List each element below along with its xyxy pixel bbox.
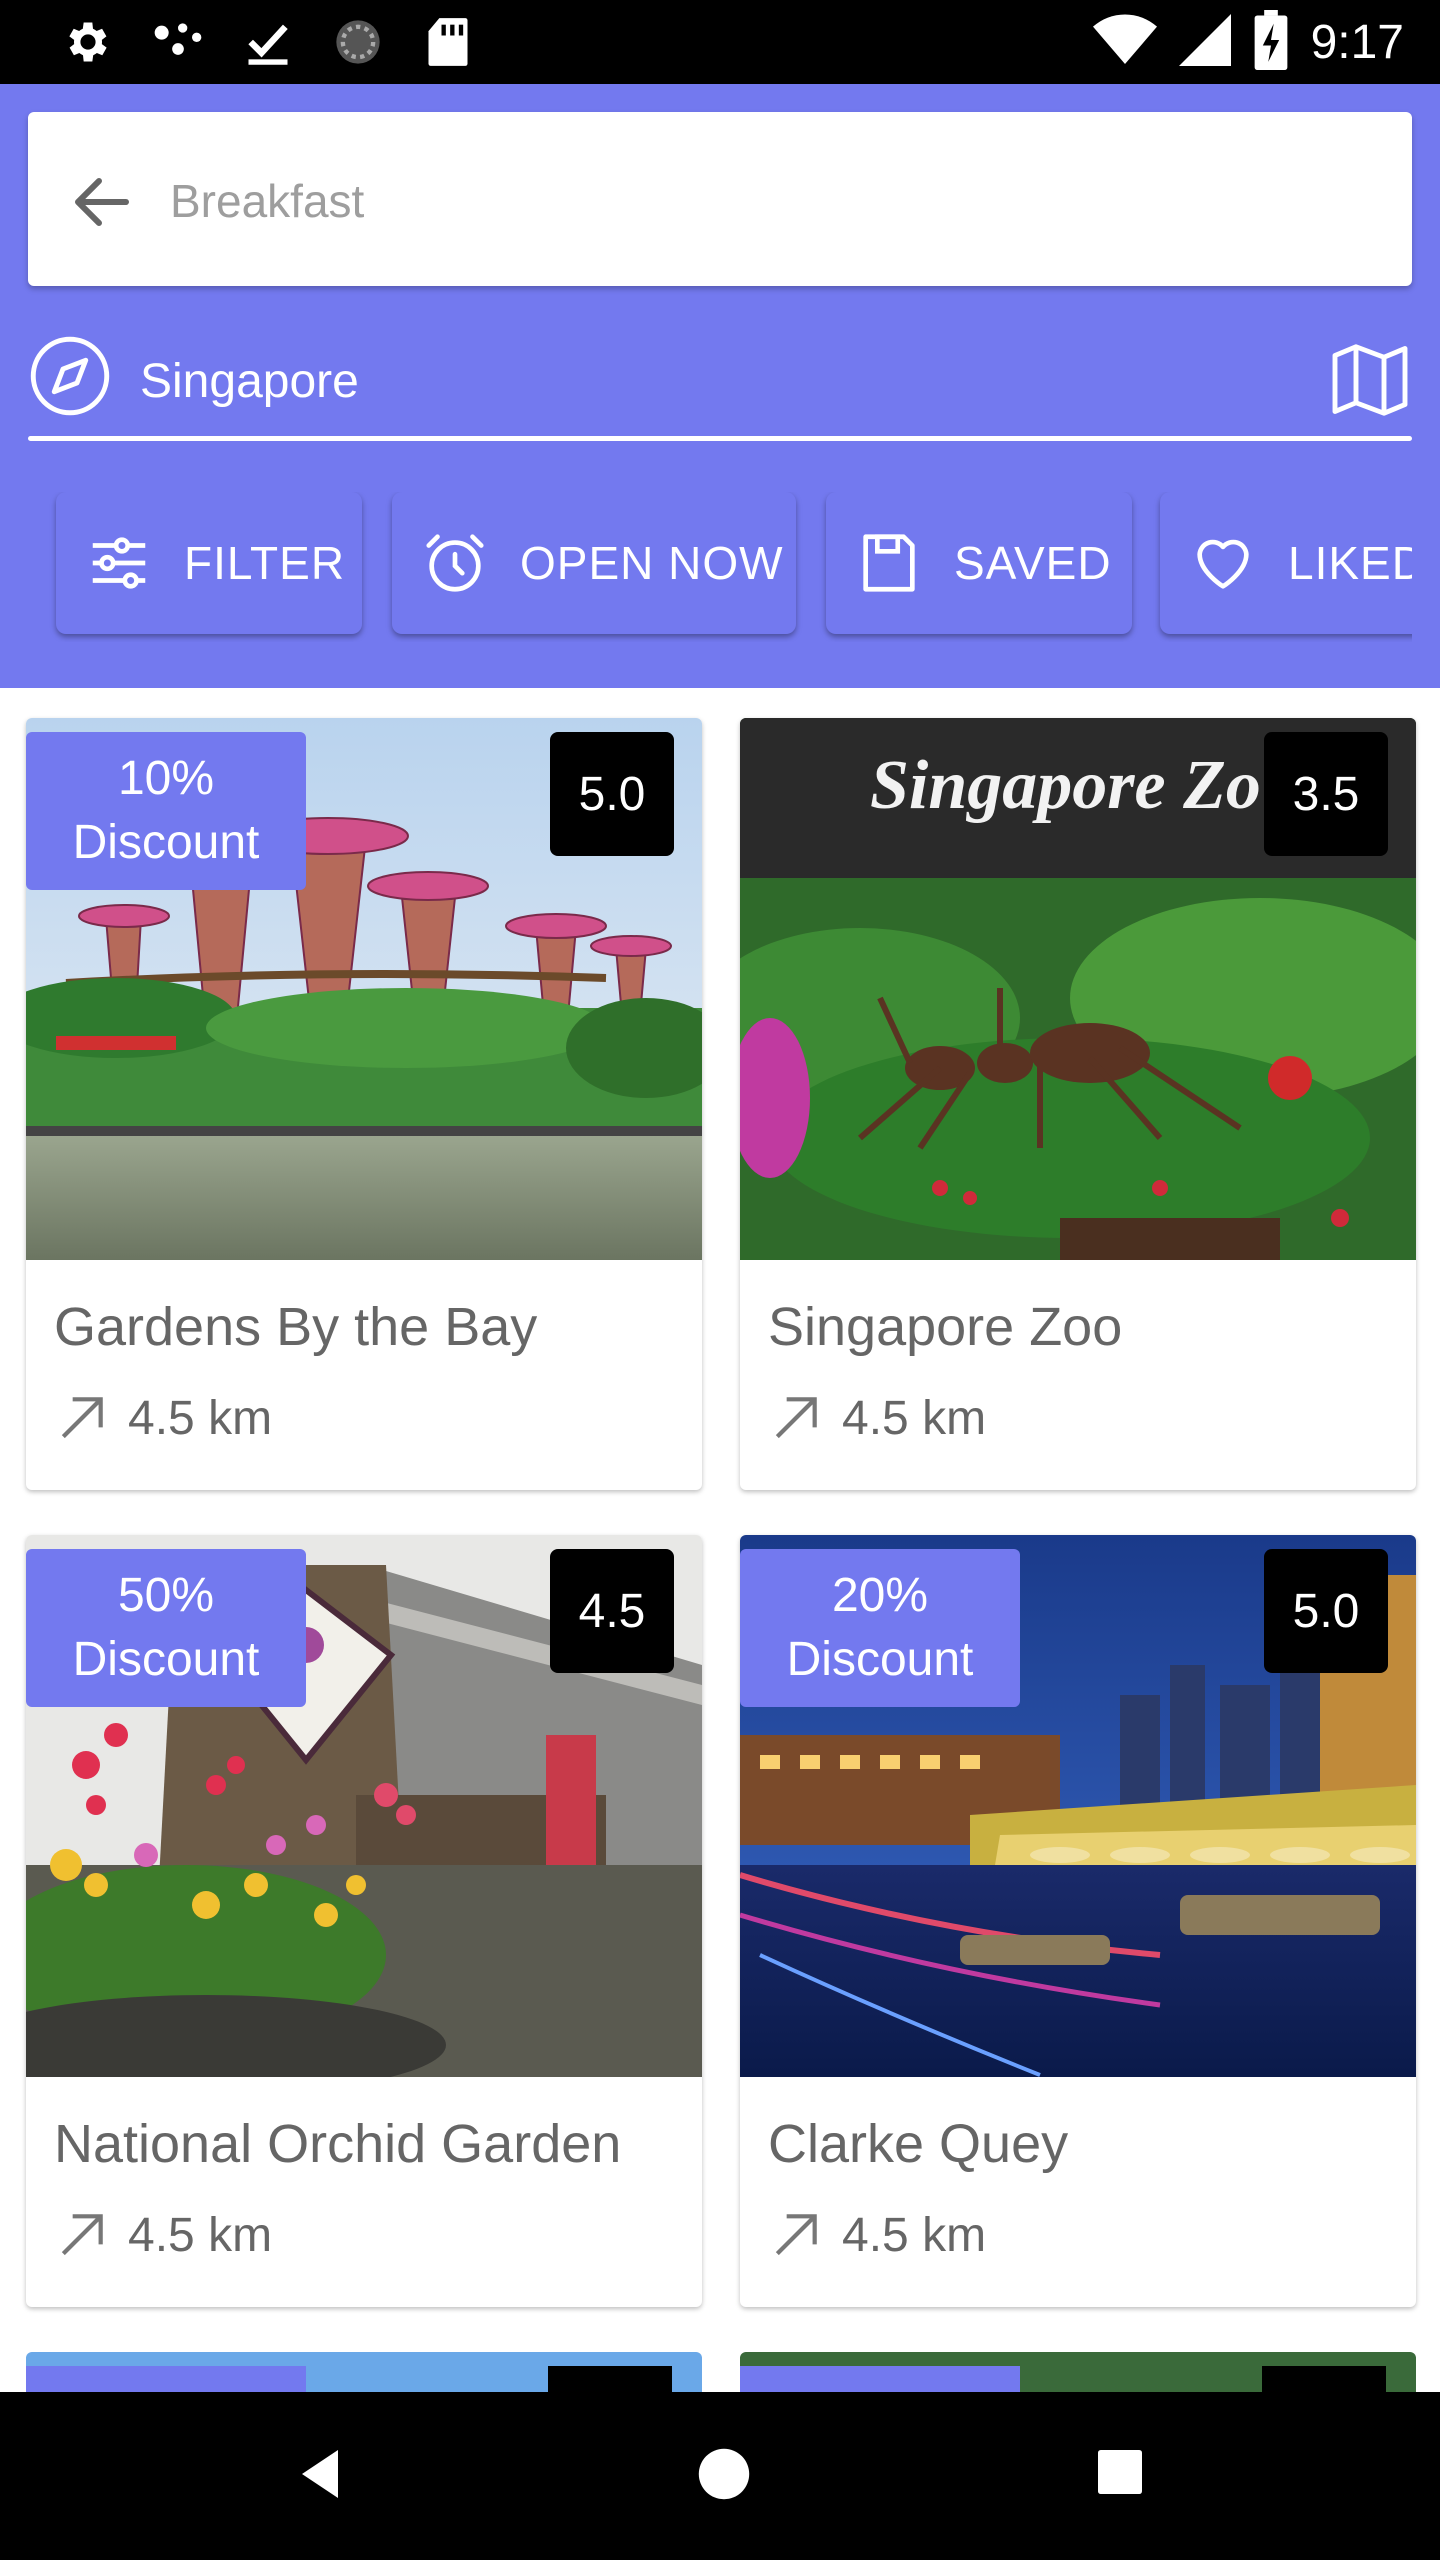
app-header: Singapore FILTER OPEN NOW SAVED LIKED bbox=[0, 84, 1440, 688]
battery-icon bbox=[1253, 10, 1289, 75]
sync-icon bbox=[330, 14, 386, 70]
search-input[interactable] bbox=[168, 152, 1372, 250]
arrow-up-right-icon bbox=[775, 1397, 817, 1439]
place-card[interactable]: 50% Discount 4.5 National Orchid Garden … bbox=[26, 1535, 702, 2307]
wifi-icon bbox=[1092, 12, 1157, 73]
saved-chip-label: SAVED bbox=[954, 537, 1112, 589]
system-nav-bar bbox=[0, 2392, 1440, 2560]
saved-chip[interactable]: SAVED bbox=[826, 492, 1132, 634]
location-row[interactable]: Singapore bbox=[28, 324, 1412, 434]
distance-text: 4.5 km bbox=[128, 1391, 273, 1445]
place-card[interactable]: 20% Discount 5.0 Clarke Quey 4.5 km bbox=[740, 1535, 1416, 2307]
filter-chips-row: FILTER OPEN NOW SAVED LIKED bbox=[0, 492, 1412, 642]
place-card-partial[interactable] bbox=[26, 2352, 702, 2392]
status-bar: 9:17 bbox=[0, 0, 1440, 84]
open-now-chip[interactable]: OPEN NOW bbox=[392, 492, 796, 634]
heart-icon bbox=[1197, 539, 1249, 589]
location-underline bbox=[28, 436, 1412, 441]
clock-time: 9:17 bbox=[1310, 16, 1404, 69]
discount-badge: 10% Discount bbox=[26, 732, 306, 890]
discount-badge: 50% Discount bbox=[26, 1549, 306, 1707]
rating-badge: 3.5 bbox=[1264, 732, 1388, 856]
signal-icon bbox=[1178, 12, 1231, 73]
settings-icon bbox=[60, 14, 116, 70]
rating-badge: 4.5 bbox=[550, 1549, 674, 1673]
distance-row: 4.5 km bbox=[768, 2207, 986, 2263]
sd-card-icon bbox=[420, 14, 476, 70]
map-icon[interactable] bbox=[1328, 338, 1412, 422]
arrow-up-right-icon bbox=[61, 2214, 103, 2256]
discount-label: Discount bbox=[72, 1633, 260, 1686]
place-card[interactable]: 10% Discount 5.0 Gardens By the Bay 4.5 … bbox=[26, 718, 702, 1490]
place-card-partial[interactable] bbox=[740, 2352, 1416, 2392]
rating-badge: 5.0 bbox=[550, 732, 674, 856]
search-bar bbox=[28, 112, 1412, 286]
back-arrow-icon[interactable] bbox=[66, 166, 138, 238]
distance-row: 4.5 km bbox=[768, 1390, 986, 1446]
nav-recents-icon[interactable] bbox=[1098, 2450, 1142, 2499]
save-icon bbox=[863, 534, 915, 592]
location-label: Singapore bbox=[140, 355, 359, 408]
nav-home-icon[interactable] bbox=[696, 2446, 752, 2507]
place-card[interactable]: Singapore Zo 3.5 Singapore Zoo 4.5 km bbox=[740, 718, 1416, 1490]
filter-chip[interactable]: FILTER bbox=[56, 492, 362, 634]
distance-row: 4.5 km bbox=[54, 2207, 272, 2263]
dots-icon bbox=[150, 14, 206, 70]
arrow-up-right-icon bbox=[61, 1397, 103, 1439]
discount-percent: 20% bbox=[831, 1569, 929, 1622]
place-title: Gardens By the Bay bbox=[54, 1297, 538, 1357]
place-title: Clarke Quey bbox=[768, 2114, 1069, 2174]
place-title: National Orchid Garden bbox=[54, 2114, 622, 2174]
distance-text: 4.5 km bbox=[128, 2208, 273, 2262]
tune-icon bbox=[92, 537, 146, 589]
nav-back-icon[interactable] bbox=[296, 2446, 344, 2507]
liked-chip[interactable]: LIKED bbox=[1160, 492, 1412, 634]
compass-icon bbox=[28, 334, 112, 418]
discount-label: Discount bbox=[786, 1633, 974, 1686]
distance-text: 4.5 km bbox=[842, 2208, 987, 2262]
discount-percent: 50% bbox=[117, 1569, 215, 1622]
arrow-up-right-icon bbox=[775, 2214, 817, 2256]
rating-badge: 5.0 bbox=[1264, 1549, 1388, 1673]
place-title: Singapore Zoo bbox=[768, 1297, 1123, 1357]
discount-label: Discount bbox=[72, 816, 260, 869]
distance-text: 4.5 km bbox=[842, 1391, 987, 1445]
discount-percent: 10% bbox=[117, 752, 215, 805]
discount-badge: 20% Discount bbox=[740, 1549, 1020, 1707]
filter-chip-label: FILTER bbox=[184, 537, 346, 589]
task-done-icon bbox=[240, 14, 296, 70]
zoo-sign-text: Singapore Zo bbox=[870, 747, 1261, 824]
liked-chip-label: LIKED bbox=[1288, 537, 1412, 589]
distance-row: 4.5 km bbox=[54, 1390, 272, 1446]
open-now-chip-label: OPEN NOW bbox=[520, 537, 784, 589]
alarm-icon bbox=[426, 534, 484, 592]
